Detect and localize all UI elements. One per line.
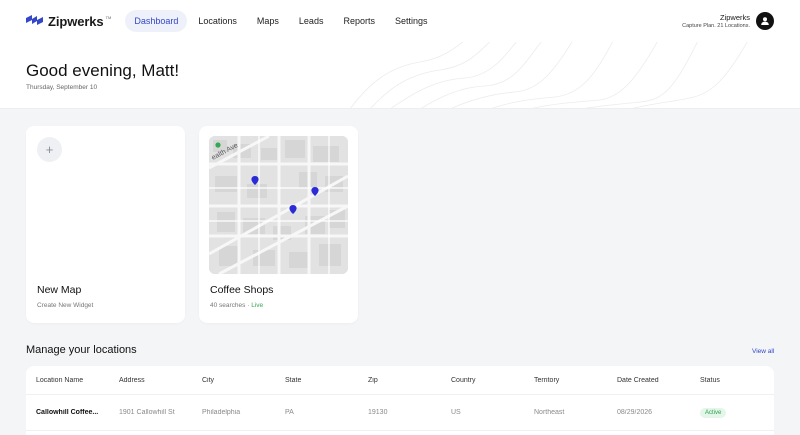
search-count: 40 searches · xyxy=(210,302,252,309)
user-silhouette-icon xyxy=(761,17,769,25)
cell-state: PA xyxy=(285,409,294,416)
status-badge: Active xyxy=(700,407,727,418)
new-map-title: New Map xyxy=(37,284,82,296)
locations-table: Location Name Address City State Zip Cou… xyxy=(26,366,774,435)
nav-maps[interactable]: Maps xyxy=(248,10,288,32)
map-thumbnail[interactable]: ealth Ave xyxy=(209,136,348,274)
col-date-created[interactable]: Date Created xyxy=(607,377,690,384)
col-territory[interactable]: Territory xyxy=(524,377,607,384)
col-country[interactable]: Country xyxy=(441,377,524,384)
col-state[interactable]: State xyxy=(275,377,358,384)
brand-name: Zipwerks xyxy=(48,13,104,29)
manage-locations-title: Manage your locations xyxy=(26,344,137,356)
table-header: Location Name Address City State Zip Cou… xyxy=(26,366,774,395)
hero-banner: Good evening, Matt! Thursday, September … xyxy=(0,42,800,109)
account-name: Zipwerks xyxy=(719,13,750,22)
top-navigation-bar: Zipwerks TM Dashboard Locations Maps Lea… xyxy=(0,0,800,42)
new-map-subtitle: Create New Widget xyxy=(37,302,94,309)
col-address[interactable]: Address xyxy=(109,377,192,384)
coffee-shops-card[interactable]: ealth Ave Coffee Shops 40 searches · Liv… xyxy=(199,126,358,323)
col-location-name[interactable]: Location Name xyxy=(26,377,109,384)
nav-locations[interactable]: Locations xyxy=(189,10,246,32)
live-status: Live xyxy=(251,302,264,309)
brand[interactable]: Zipwerks TM xyxy=(26,14,111,29)
view-all-link[interactable]: View all xyxy=(752,348,774,355)
new-map-card[interactable]: + New Map Create New Widget xyxy=(26,126,185,323)
coffee-shops-title: Coffee Shops xyxy=(210,284,274,296)
table-row[interactable]: Callowhill Coffee... 1901 Callowhill St … xyxy=(26,395,774,431)
col-city[interactable]: City xyxy=(192,377,275,384)
current-date: Thursday, September 10 xyxy=(26,84,98,91)
cell-address: 1901 Callowhill St xyxy=(119,409,175,416)
account-info: Zipwerks Capture Plan. 21 Locations. xyxy=(682,13,750,29)
main-nav: Dashboard Locations Maps Leads Reports S… xyxy=(125,10,436,32)
cell-zip: 19130 xyxy=(368,409,388,416)
cell-territory: Northeast xyxy=(534,409,565,416)
brand-trademark: TM xyxy=(105,14,112,20)
col-zip[interactable]: Zip xyxy=(358,377,441,384)
cell-location-name: Callowhill Coffee... xyxy=(36,409,99,416)
nav-dashboard[interactable]: Dashboard xyxy=(125,10,188,32)
zipwerks-logo-icon xyxy=(26,15,43,25)
cell-status: Active xyxy=(690,407,774,418)
account-menu[interactable]: Zipwerks Capture Plan. 21 Locations. xyxy=(682,12,774,30)
coffee-shops-subtitle: 40 searches · Live xyxy=(210,302,263,309)
cell-date-created: 08/29/2026 xyxy=(617,409,653,416)
account-plan: Capture Plan. 21 Locations. xyxy=(682,23,750,29)
col-status[interactable]: Status xyxy=(690,377,774,384)
topographic-pattern xyxy=(350,42,748,108)
cell-country: US xyxy=(451,409,461,416)
nav-leads[interactable]: Leads xyxy=(290,10,333,32)
user-avatar-icon[interactable] xyxy=(756,12,774,30)
nav-reports[interactable]: Reports xyxy=(334,10,384,32)
plus-icon[interactable]: + xyxy=(37,137,62,162)
map-illustration: ealth Ave xyxy=(209,136,348,274)
cell-city: Philadelphia xyxy=(202,409,241,416)
nav-settings[interactable]: Settings xyxy=(386,10,437,32)
greeting-title: Good evening, Matt! xyxy=(26,61,180,80)
